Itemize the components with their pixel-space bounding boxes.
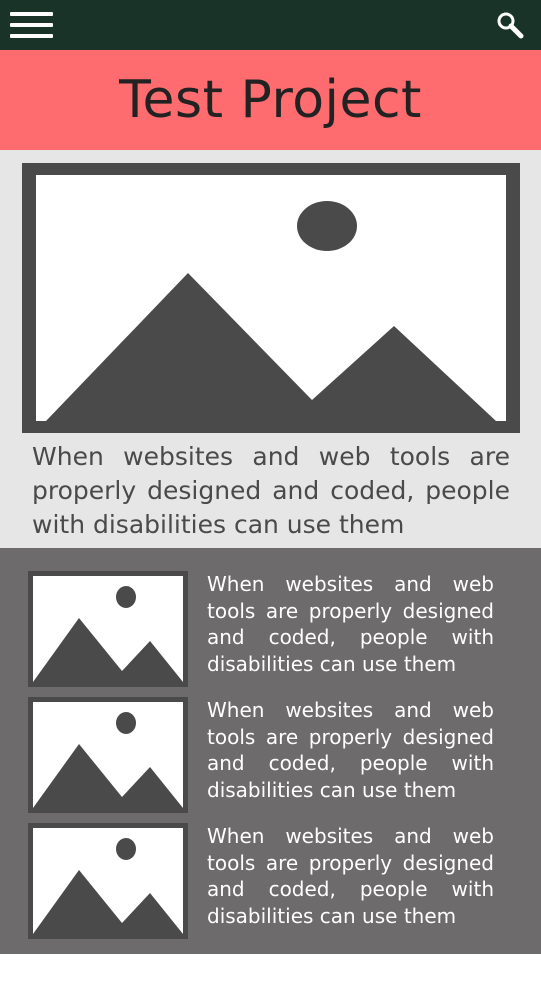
menu-line [10, 34, 53, 38]
hero-section: When websites and web tools are properly… [0, 150, 541, 548]
hamburger-menu-icon[interactable] [10, 12, 53, 38]
image-placeholder-icon [22, 163, 520, 433]
content-list: When websites and web tools are properly… [0, 548, 541, 954]
search-icon[interactable] [496, 11, 524, 39]
list-item[interactable]: When websites and web tools are properly… [0, 571, 541, 687]
hero-description: When websites and web tools are properly… [32, 442, 510, 539]
list-item-text: When websites and web tools are properly… [207, 698, 494, 802]
image-placeholder-icon [28, 823, 188, 939]
list-item[interactable]: When websites and web tools are properly… [0, 697, 541, 813]
top-navigation-bar [0, 0, 541, 50]
menu-line [10, 12, 53, 16]
list-item-text: When websites and web tools are properly… [207, 824, 494, 928]
image-placeholder-icon [28, 571, 188, 687]
list-item[interactable]: When websites and web tools are properly… [0, 823, 541, 939]
list-item-text: When websites and web tools are properly… [207, 572, 494, 676]
page-title: Test Project [119, 70, 422, 130]
image-placeholder-icon [28, 697, 188, 813]
title-banner: Test Project [0, 50, 541, 150]
menu-line [10, 23, 53, 27]
